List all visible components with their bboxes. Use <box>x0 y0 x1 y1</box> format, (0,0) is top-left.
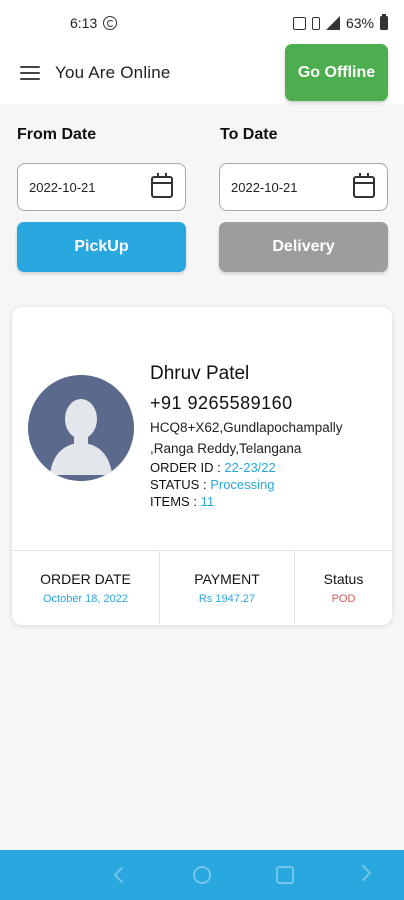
online-status-text: You Are Online <box>55 63 171 82</box>
order-id-value: 22-23/22 <box>224 460 276 475</box>
home-nav-icon[interactable] <box>193 866 211 884</box>
items-row: ITEMS : 11 <box>150 494 214 509</box>
customer-name: Dhruv Patel <box>150 363 250 384</box>
recents-nav-icon[interactable] <box>276 866 294 884</box>
address-line-1: HCQ8+X62,Gundlapochampally <box>150 420 343 435</box>
pickup-tab-button[interactable]: PickUp <box>17 222 186 272</box>
order-date-column: ORDER DATE October 18, 2022 <box>12 551 160 625</box>
status-row: STATUS : Processing <box>150 477 275 492</box>
items-label: ITEMS : <box>150 494 197 509</box>
order-date-value: October 18, 2022 <box>42 593 128 605</box>
from-date-label: From Date <box>17 126 97 143</box>
user-silhouette-icon <box>28 375 134 481</box>
items-value: 11 <box>200 494 215 509</box>
signal-icon <box>325 16 340 30</box>
customer-phone: +91 9265589160 <box>150 393 293 413</box>
payment-value: Rs 1947.27 <box>198 593 256 605</box>
battery-icon <box>380 14 388 30</box>
app-header: You Are Online Go Offline <box>0 44 404 104</box>
hamburger-menu-icon[interactable] <box>20 66 40 80</box>
to-date-value: 2022-10-21 <box>231 180 298 195</box>
avatar <box>28 375 134 481</box>
chevron-down-icon[interactable] <box>354 864 372 882</box>
payment-label: PAYMENT <box>194 571 260 587</box>
status-time: 6:13 <box>70 15 98 31</box>
to-date-field[interactable]: 2022-10-21 <box>219 163 388 211</box>
address-line-2: ,Ranga Reddy,Telangana <box>150 441 302 456</box>
from-date-field[interactable]: 2022-10-21 <box>17 163 186 211</box>
notification-icon <box>292 16 306 30</box>
status-indicators: 63% <box>292 14 388 31</box>
from-date-value: 2022-10-21 <box>29 180 96 195</box>
whatsapp-icon <box>103 16 118 30</box>
battery-percent: 63% <box>345 15 374 31</box>
status-value: Processing <box>210 477 275 492</box>
order-date-label: ORDER DATE <box>40 571 131 587</box>
payment-column: PAYMENT Rs 1947.27 <box>160 551 295 625</box>
order-card[interactable]: Dhruv Patel +91 9265589160 HCQ8+X62,Gund… <box>12 307 392 625</box>
system-status-bar: 6:13 63% <box>0 0 404 46</box>
calendar-icon[interactable] <box>353 173 375 198</box>
order-id-row: ORDER ID : 22-23/22 <box>150 460 276 475</box>
status-column: Status POD <box>295 551 392 625</box>
status-column-label: Status <box>323 571 364 587</box>
status-time-group: 6:13 <box>70 15 118 31</box>
system-navigation-bar <box>0 850 404 900</box>
to-date-label: To Date <box>220 126 278 143</box>
status-label: STATUS : <box>150 477 207 492</box>
order-id-label: ORDER ID : <box>150 460 221 475</box>
vibrate-icon <box>311 16 320 30</box>
back-nav-icon[interactable] <box>114 867 126 883</box>
go-offline-button[interactable]: Go Offline <box>285 44 388 101</box>
delivery-tab-button[interactable]: Delivery <box>219 222 388 272</box>
status-column-value: POD <box>331 593 356 605</box>
calendar-icon[interactable] <box>151 173 173 198</box>
